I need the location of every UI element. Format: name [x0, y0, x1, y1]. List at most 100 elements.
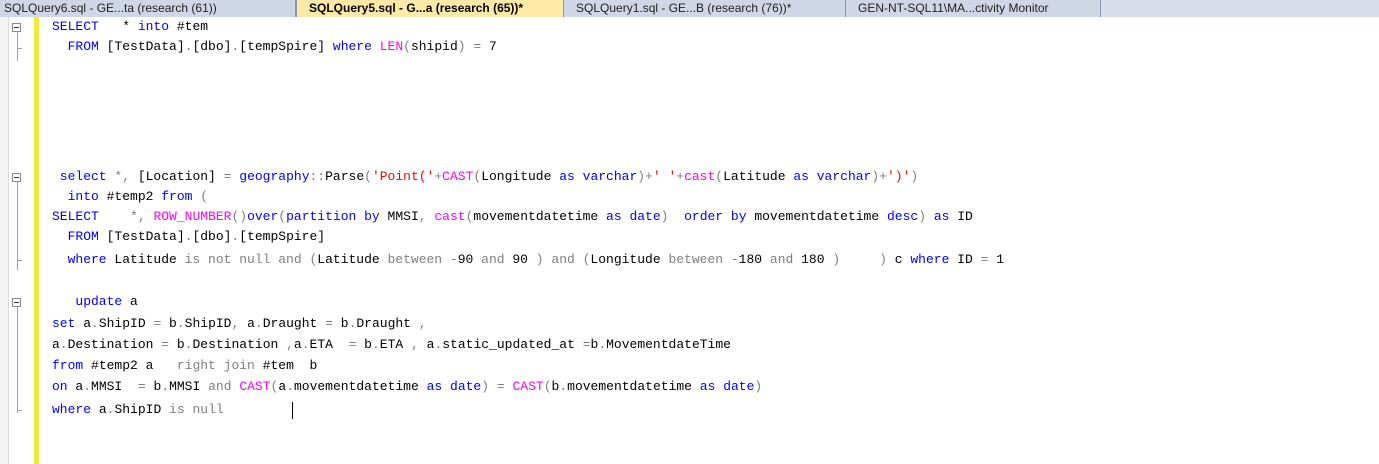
- code-token: =: [137, 379, 146, 394]
- code-token: [TestData]: [106, 39, 185, 54]
- code-token: right join: [176, 358, 255, 373]
- code-token: #temp2 a: [83, 358, 177, 373]
- code-line-12: on a.MMSI = b.MMSI and CAST(a.movementda…: [52, 377, 762, 397]
- code-token: from: [52, 358, 84, 373]
- code-token: shipid: [410, 39, 458, 54]
- code-token: movementdatetime: [746, 209, 887, 224]
- code-token: .: [559, 379, 568, 394]
- code-token: [dbo]: [192, 39, 232, 54]
- code-token: and: [481, 252, 505, 267]
- code-token: where: [52, 252, 107, 267]
- code-token: as: [606, 209, 622, 224]
- code-token: between: [387, 252, 443, 267]
- code-token: into: [52, 189, 99, 204]
- code-token: as: [559, 169, 575, 184]
- code-token: *,: [122, 209, 146, 224]
- code-token: b: [169, 337, 185, 352]
- code-token: movementdatetime: [473, 209, 607, 224]
- code-token: *,: [114, 169, 131, 184]
- code-token: ' ': [652, 169, 677, 184]
- code-token: between: [668, 252, 724, 267]
- code-token: 7: [481, 39, 497, 54]
- code-token: .: [286, 379, 294, 394]
- sql-code-editor[interactable]: SELECT * into #tem FROM [TestData].[dbo]…: [0, 17, 1379, 464]
- code-token: ): [910, 169, 919, 184]
- tab-sqlquery6[interactable]: SQLQuery6.sql - GE...ta (research (61)): [0, 0, 296, 17]
- code-token: .: [371, 337, 380, 352]
- code-token: .: [254, 316, 263, 331]
- code-token: order: [684, 209, 724, 224]
- code-token: c: [886, 252, 911, 267]
- code-token: 'Point(': [371, 169, 435, 184]
- code-token: as: [933, 209, 950, 224]
- code-token: MMSI: [379, 209, 419, 224]
- code-token: b: [356, 337, 372, 352]
- code-token: cast: [684, 169, 716, 184]
- code-line-8: update a: [52, 292, 137, 312]
- code-token: ETA: [309, 337, 349, 352]
- code-token: ID: [949, 209, 973, 224]
- code-token: ETA: [379, 337, 412, 352]
- collapse-toggle-icon[interactable]: [12, 173, 21, 182]
- code-token: partition: [286, 209, 357, 224]
- code-token: +: [434, 169, 443, 184]
- code-line-1: SELECT * into #tem: [52, 17, 208, 37]
- tab-activity-monitor[interactable]: GEN-NT-SQL11\MA...ctivity Monitor: [846, 0, 1101, 17]
- code-token: a: [239, 316, 255, 331]
- text-caret: [292, 402, 293, 419]
- code-line-5: SELECT *, ROW_NUMBER()over(partition by …: [52, 207, 973, 227]
- code-token: 180: [793, 252, 833, 267]
- code-token: Parse: [325, 169, 365, 184]
- code-token: MovementdateTime: [606, 337, 731, 352]
- code-token: Longitude: [590, 252, 669, 267]
- collapse-toggle-icon[interactable]: [12, 298, 21, 307]
- tab-sqlquery1[interactable]: SQLQuery1.sql - GE...B (research (76))*: [564, 0, 846, 17]
- code-token: (: [403, 39, 411, 54]
- tab-sqlquery5[interactable]: SQLQuery5.sql - G...a (research (65))*: [296, 0, 564, 17]
- code-token: static_updated_at: [442, 337, 583, 352]
- code-token: date: [450, 379, 482, 394]
- code-token: Draught: [262, 316, 326, 331]
- code-token: and: [208, 379, 232, 394]
- code-token: a: [67, 379, 84, 394]
- code-token: .: [176, 316, 185, 331]
- code-token: select: [52, 169, 107, 184]
- code-token: into: [137, 19, 170, 34]
- code-token: CAST: [512, 379, 544, 394]
- code-token: Destination: [67, 337, 162, 352]
- code-token: 90: [457, 252, 482, 267]
- code-token: ,: [418, 316, 427, 331]
- code-token: =: [161, 337, 170, 352]
- code-token: #tem b: [254, 358, 318, 373]
- code-token: where: [52, 402, 92, 417]
- collapse-toggle-icon[interactable]: [12, 23, 21, 32]
- document-tab-bar: SQLQuery6.sql - GE...ta (research (61)) …: [0, 0, 1379, 17]
- code-token: ShipID: [184, 316, 232, 331]
- code-token: )+: [871, 169, 887, 184]
- code-token: as: [793, 169, 809, 184]
- code-token: over: [247, 209, 279, 224]
- code-token: (: [278, 209, 287, 224]
- code-line-4: into #temp2 from (: [52, 187, 208, 207]
- code-token: 180: [738, 252, 770, 267]
- code-token: 90: [504, 252, 536, 267]
- code-line-13: where a.ShipID is null: [52, 400, 239, 420]
- code-token: ): [481, 379, 490, 394]
- code-token: [tempSpire]: [239, 229, 326, 244]
- code-token: b: [332, 316, 349, 331]
- code-token: CAST: [442, 169, 474, 184]
- code-token: .: [598, 337, 607, 352]
- code-token: a: [91, 402, 107, 417]
- code-token: Destination: [192, 337, 287, 352]
- code-token: SELECT: [52, 19, 99, 34]
- code-token: =: [325, 316, 333, 331]
- code-line-2: FROM [TestData].[dbo].[tempSpire] where …: [52, 37, 497, 57]
- code-token: ID: [949, 252, 981, 267]
